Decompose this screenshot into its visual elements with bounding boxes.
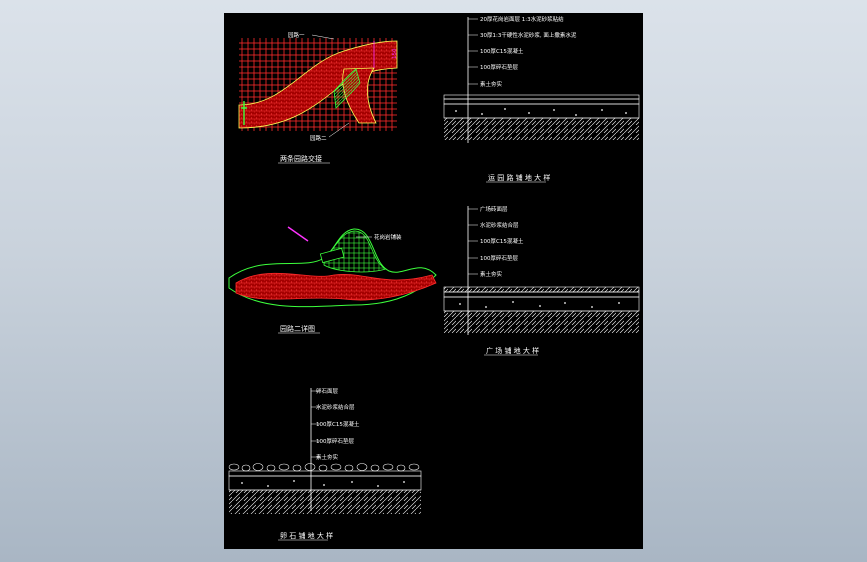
section-one: 20厚花岗岩面层 1:3水泥砂浆粘结 30厚1:3干硬性水泥砂浆, 面上撒素水泥… (443, 15, 640, 183)
section-two-layer-4: 100厚碎石垫层 (480, 254, 518, 262)
section-one-title: 运 园 路 铺 地 大 样 (488, 173, 550, 182)
cad-drawing: 150 园路一 园路二 两条园路交接 花岗岩铺装 园路二详图 20厚花岗岩面层 … (228, 15, 640, 541)
section-two-layer-2: 水泥砂浆结合层 (480, 221, 519, 229)
section-two-layer-1: 广场砖面层 (480, 205, 508, 213)
pebble-layer (228, 463, 420, 472)
section-one-layer-5: 素土夯实 (480, 80, 503, 88)
section-two-layer-5: 素土夯实 (480, 270, 503, 278)
plan-junction: 150 园路一 园路二 两条园路交接 (238, 31, 398, 164)
callout-path-two: 园路二 (310, 134, 327, 142)
plan-detail-title: 园路二详图 (280, 324, 315, 333)
section-three-layer-1: 卵石面层 (316, 387, 339, 395)
dimension-label: 150 (392, 48, 398, 59)
section-two-title: 广 场 铺 地 大 样 (486, 346, 539, 355)
section-three-layer-5: 素土夯实 (316, 453, 339, 461)
detail-section-mark (287, 226, 309, 242)
callout-detail: 花岗岩铺装 (374, 233, 402, 241)
drawing-sheet: 150 园路一 园路二 两条园路交接 花岗岩铺装 园路二详图 20厚花岗岩面层 … (224, 13, 643, 549)
section-one-layer-4: 100厚碎石垫层 (480, 63, 518, 71)
section-three: 卵石面层 水泥砂浆结合层 100厚C15混凝土 100厚碎石垫层 素土夯实 卵 … (228, 387, 422, 541)
section-one-layer-1: 20厚花岗岩面层 1:3水泥砂浆粘结 (480, 15, 564, 23)
plan-path-two-detail: 花岗岩铺装 园路二详图 (228, 226, 437, 334)
plan-junction-title: 两条园路交接 (280, 154, 322, 163)
section-three-layer-2: 水泥砂浆结合层 (316, 403, 355, 411)
section-three-layer-3: 100厚C15混凝土 (316, 420, 360, 428)
section-two-layer-3: 100厚C15混凝土 (480, 237, 524, 245)
section-two: 广场砖面层 水泥砂浆结合层 100厚C15混凝土 100厚碎石垫层 素土夯实 广… (443, 205, 640, 356)
section-one-layer-3: 100厚C15混凝土 (480, 47, 524, 55)
section-three-layer-4: 100厚碎石垫层 (316, 437, 354, 445)
section-one-layer-2: 30厚1:3干硬性水泥砂浆, 面上撒素水泥 (480, 31, 577, 39)
section-three-title: 卵 石 铺 地 大 样 (280, 531, 333, 540)
callout-path-one: 园路一 (288, 31, 305, 39)
